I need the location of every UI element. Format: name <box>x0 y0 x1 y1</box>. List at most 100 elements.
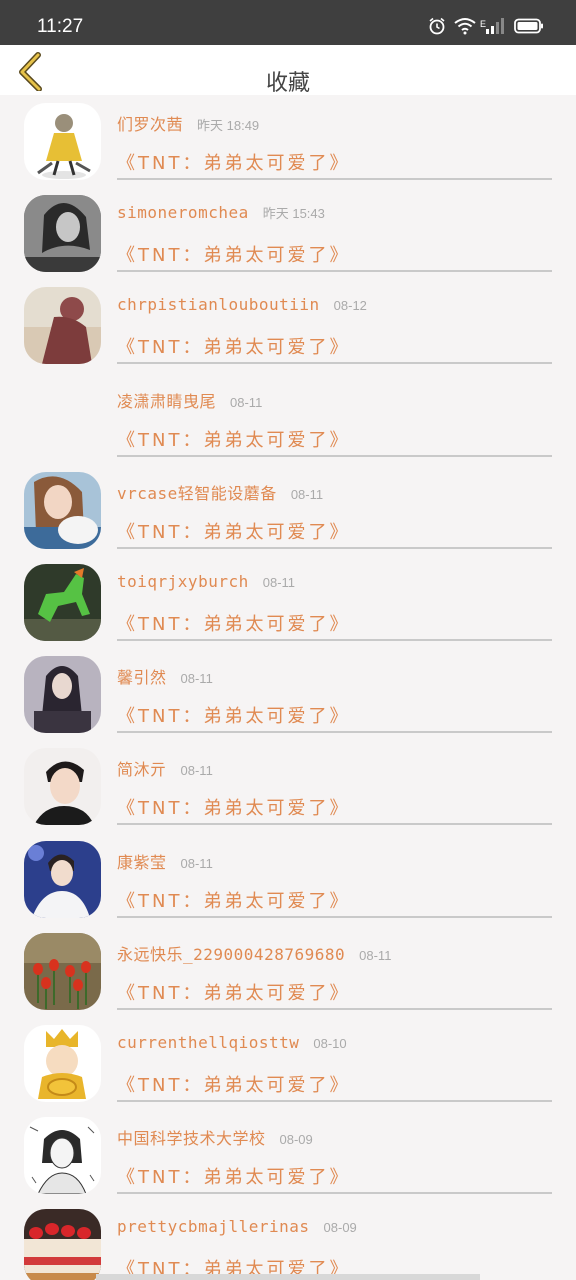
user-name: 中国科学技术大学校 <box>117 1129 266 1149</box>
item-date: 昨天 15:43 <box>262 206 325 222</box>
avatar[interactable] <box>24 1024 101 1102</box>
avatar[interactable] <box>24 103 101 180</box>
silhouette-girl-avatar <box>24 287 101 365</box>
name-row: chrpistianlouboutiin 08-12 <box>117 295 367 314</box>
item-date: 08-11 <box>262 574 296 590</box>
signal-icon <box>486 18 504 34</box>
alarm-icon <box>429 17 445 35</box>
item-date: 08-11 <box>180 855 213 871</box>
status-time: 11:27 <box>37 16 84 37</box>
list-item[interactable]: 凌潇肃睛曳尾 08-11 《TNT：弟弟太可爱了》 <box>0 372 576 464</box>
item-title[interactable]: 《TNT：弟弟太可爱了》 <box>117 241 350 267</box>
item-date: 08-09 <box>323 1220 357 1236</box>
girl-bw-avatar <box>24 195 101 273</box>
divider <box>117 546 552 549</box>
user-name: 们罗次茜 <box>117 115 184 134</box>
girl-dark-avatar <box>24 656 101 734</box>
item-date: 08-11 <box>230 394 263 410</box>
user-name: 凌潇肃睛曳尾 <box>117 391 217 411</box>
list-item[interactable]: simoneromchea 昨天 15:43 《TNT：弟弟太可爱了》 <box>0 187 576 279</box>
battery-icon <box>514 18 543 34</box>
item-title[interactable]: 《TNT：弟弟太可爱了》 <box>117 979 350 1005</box>
item-title[interactable]: 《TNT：弟弟太可爱了》 <box>117 149 350 175</box>
user-name: simoneromchea <box>117 203 249 223</box>
item-title[interactable]: 《TNT：弟弟太可爱了》 <box>117 518 350 544</box>
divider <box>117 362 552 365</box>
list-item[interactable]: toiqrjxyburch 08-11 《TNT：弟弟太可爱了》 <box>0 556 576 648</box>
user-name: 馨引然 <box>117 668 167 688</box>
list-item[interactable]: chrpistianlouboutiin 08-12 《TNT：弟弟太可爱了》 <box>0 279 576 371</box>
cartoon-figure-avatar <box>24 103 101 180</box>
avatar[interactable] <box>24 748 101 826</box>
item-title[interactable]: 《TNT：弟弟太可爱了》 <box>117 794 350 820</box>
item-date: 08-11 <box>180 763 213 779</box>
avatar[interactable] <box>24 380 101 457</box>
status-bar: 11:27 E <box>0 0 576 45</box>
item-title[interactable]: 《TNT：弟弟太可爱了》 <box>117 1071 350 1097</box>
scroll-indicator <box>96 1274 480 1280</box>
list-item[interactable]: 中国科学技术大学校 08-09 《TNT：弟弟太可爱了》 <box>0 1109 576 1201</box>
avatar[interactable] <box>24 287 101 365</box>
list-item[interactable]: 简沐亓 08-11 《TNT：弟弟太可爱了》 <box>0 740 576 832</box>
avatar[interactable] <box>24 471 101 549</box>
avatar[interactable] <box>24 840 101 918</box>
item-title[interactable]: 《TNT：弟弟太可爱了》 <box>117 333 350 359</box>
divider <box>117 1099 552 1102</box>
user-name: 永远快乐_229000428769680 <box>117 944 346 964</box>
collection-list: 们罗次茜 昨天 18:49 《TNT：弟弟太可爱了》 simoneromchea 昨… <box>0 95 576 1280</box>
divider <box>117 178 552 180</box>
list-item[interactable]: 们罗次茜 昨天 18:49 《TNT：弟弟太可爱了》 <box>0 95 576 187</box>
boy-portrait-avatar <box>24 748 101 826</box>
item-date: 08-09 <box>279 1132 313 1148</box>
divider <box>117 915 552 918</box>
user-name: currenthellqiosttw <box>117 1032 300 1052</box>
user-name: toiqrjxyburch <box>117 571 249 591</box>
list-item[interactable]: 康紫莹 08-11 《TNT：弟弟太可爱了》 <box>0 833 576 925</box>
item-date: 08-10 <box>313 1035 347 1051</box>
status-icons <box>428 17 544 35</box>
name-row: 康紫莹 08-11 <box>117 849 213 873</box>
name-row: 馨引然 08-11 <box>117 664 213 688</box>
name-row: toiqrjxyburch 08-11 <box>117 572 295 591</box>
item-date: 08-11 <box>359 947 392 963</box>
avatar[interactable] <box>24 1209 101 1280</box>
jade-horse-avatar <box>24 563 101 641</box>
girl-with-pet-avatar <box>24 471 101 549</box>
name-row: simoneromchea 昨天 15:43 <box>117 203 325 222</box>
divider <box>117 823 552 826</box>
item-title[interactable]: 《TNT：弟弟太可爱了》 <box>117 887 350 913</box>
divider <box>117 731 552 734</box>
avatar[interactable] <box>24 656 101 734</box>
item-title[interactable]: 《TNT：弟弟太可爱了》 <box>117 1163 350 1189</box>
user-name: prettycbmajllerinas <box>117 1217 310 1237</box>
item-date: 08-11 <box>290 486 324 502</box>
name-row: 中国科学技术大学校 08-09 <box>117 1125 313 1149</box>
list-item[interactable]: currenthellqiosttw 08-10 《TNT：弟弟太可爱了》 <box>0 1017 576 1109</box>
avatar[interactable] <box>24 563 101 641</box>
divider <box>117 638 552 641</box>
wifi-icon <box>454 18 476 35</box>
item-title[interactable]: 《TNT：弟弟太可爱了》 <box>117 426 350 452</box>
item-title[interactable]: 《TNT：弟弟太可爱了》 <box>117 610 350 636</box>
list-item[interactable]: vrcase轻智能设蘑备 08-11 《TNT：弟弟太可爱了》 <box>0 464 576 556</box>
name-row: 们罗次茜 昨天 18:49 <box>117 111 259 135</box>
user-name: vrcase轻智能设蘑备 <box>117 483 277 503</box>
divider <box>117 1192 552 1195</box>
list-item[interactable]: prettycbmajllerinas 08-09 《TNT：弟弟太可爱了》 <box>0 1201 576 1280</box>
item-title[interactable]: 《TNT：弟弟太可爱了》 <box>117 702 350 728</box>
avatar[interactable] <box>24 1117 101 1195</box>
avatar[interactable] <box>24 195 101 273</box>
name-row: 永远快乐_229000428769680 08-11 <box>117 941 391 965</box>
item-date: 08-11 <box>180 671 213 687</box>
tulips-avatar <box>24 932 101 1010</box>
name-row: currenthellqiosttw 08-10 <box>117 1033 347 1052</box>
user-name: 简沐亓 <box>117 760 167 780</box>
divider <box>117 1007 552 1010</box>
divider <box>117 454 552 457</box>
list-item[interactable]: 永远快乐_229000428769680 08-11 《TNT：弟弟太可爱了》 <box>0 925 576 1017</box>
user-name: chrpistianlouboutiin <box>117 295 320 315</box>
title-bar: 收藏 <box>0 45 576 96</box>
name-row: 简沐亓 08-11 <box>117 756 213 780</box>
avatar[interactable] <box>24 932 101 1010</box>
list-item[interactable]: 馨引然 08-11 《TNT：弟弟太可爱了》 <box>0 648 576 740</box>
